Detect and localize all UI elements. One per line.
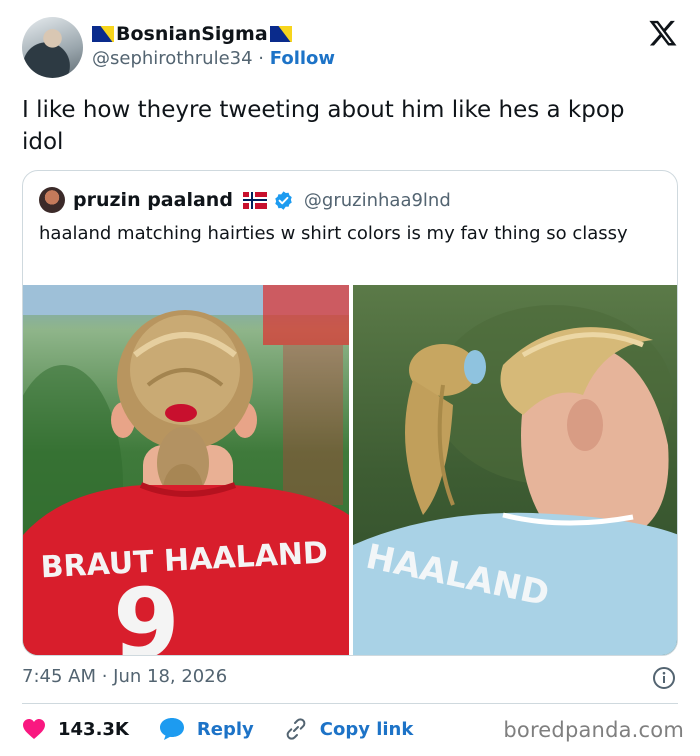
x-logo-icon[interactable] (648, 18, 678, 48)
like-count: 143.3K (58, 718, 129, 740)
reply-label: Reply (196, 718, 254, 740)
author-name-line[interactable]: BosnianSigma (92, 22, 292, 46)
reply-button[interactable]: Reply (159, 717, 254, 741)
quoted-image-red-jersey[interactable]: BRAUT HAALAND 9 (23, 285, 349, 656)
bosnia-flag-icon (269, 26, 292, 42)
quoted-author-handle[interactable]: @gruzinhaa9lnd (304, 190, 451, 211)
quoted-author-avatar[interactable] (39, 187, 65, 213)
quoted-image-blue-jersey[interactable]: HAALAND (353, 285, 677, 655)
verified-badge-icon (275, 190, 292, 210)
author-handle-line: @sephirothrule34 · Follow (92, 48, 335, 69)
bosnia-flag-icon (92, 26, 114, 42)
heart-icon (23, 719, 45, 739)
red-jersey-illustration: BRAUT HAALAND 9 (23, 285, 349, 656)
quoted-tweet-header: pruzin paaland @gruzinhaa9lnd (39, 187, 451, 213)
quoted-author-name[interactable]: pruzin paaland (73, 189, 233, 211)
follow-button[interactable]: Follow (270, 48, 335, 69)
tweet-text: I like how theyre tweeting about him lik… (22, 97, 625, 155)
tweet-timestamp[interactable]: 7:45 AM · Jun 18, 2026 (22, 666, 227, 687)
quoted-tweet-text: haaland matching hairties w shirt colors… (39, 223, 628, 244)
like-button[interactable]: 143.3K (22, 718, 129, 740)
copy-link-button[interactable]: Copy link (284, 717, 414, 741)
author-handle[interactable]: @sephirothrule34 (92, 48, 253, 69)
blue-jersey-illustration: HAALAND (353, 305, 677, 655)
separator-dot: · (258, 48, 265, 69)
red-jersey-number: 9 (113, 568, 180, 656)
author-avatar[interactable] (22, 17, 83, 78)
author-display-name[interactable]: BosnianSigma (116, 23, 268, 45)
speech-bubble-icon (159, 718, 184, 740)
divider (22, 703, 678, 704)
link-icon (286, 718, 306, 740)
boredpanda-watermark: boredpanda.com (503, 718, 684, 742)
norway-flag-icon (242, 191, 267, 209)
action-bar: 143.3K Reply Copy link (22, 716, 443, 742)
copy-link-label: Copy link (319, 718, 414, 740)
info-icon[interactable] (652, 666, 676, 690)
quoted-tweet-card[interactable]: pruzin paaland @gruzinhaa9lnd haaland ma… (22, 170, 678, 656)
